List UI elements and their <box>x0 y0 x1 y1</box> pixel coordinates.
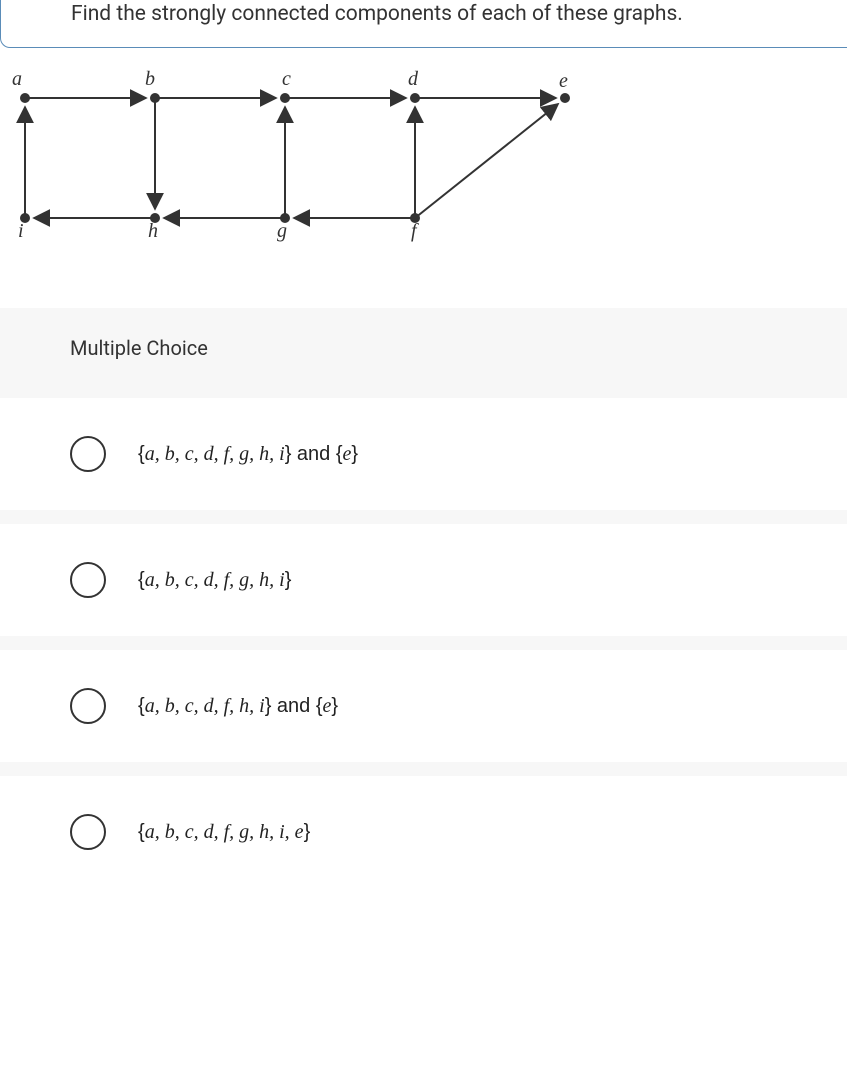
graph-figure: a b c d e i h g f <box>10 68 590 248</box>
vertex-label-h: h <box>148 220 158 243</box>
vertex-label-d: d <box>408 68 418 91</box>
mc-heading: Multiple Choice <box>0 336 847 384</box>
vertex-label-f: f <box>411 220 417 243</box>
multiple-choice-block: Multiple Choice {a, b, c, d, f, g, h, i}… <box>0 308 847 888</box>
option-row[interactable]: {a, b, c, d, f, h, i} and {e} <box>0 650 847 762</box>
vertex-label-e: e <box>559 70 568 93</box>
vertex-label-a: a <box>12 68 22 91</box>
vertex-label-b: b <box>145 68 155 91</box>
option-row[interactable]: {a, b, c, d, f, g, h, i} <box>0 524 847 636</box>
option-label: {a, b, c, d, f, g, h, i} <box>138 569 291 592</box>
option-label: {a, b, c, d, f, g, h, i, e} <box>138 821 310 844</box>
radio-icon[interactable] <box>70 562 106 598</box>
vertex-label-c: c <box>282 68 291 91</box>
option-row[interactable]: {a, b, c, d, f, g, h, i, e} <box>0 776 847 888</box>
question-box: Find the strongly connected components o… <box>0 0 847 48</box>
radio-icon[interactable] <box>70 436 106 472</box>
vertex-label-i: i <box>18 220 24 243</box>
option-row[interactable]: {a, b, c, d, f, g, h, i} and {e} <box>0 398 847 510</box>
radio-icon[interactable] <box>70 814 106 850</box>
vertex-label-g: g <box>277 220 287 243</box>
radio-icon[interactable] <box>70 688 106 724</box>
option-label: {a, b, c, d, f, h, i} and {e} <box>138 695 338 718</box>
question-prompt: Find the strongly connected components o… <box>71 0 827 29</box>
graph-svg <box>10 68 590 248</box>
option-label: {a, b, c, d, f, g, h, i} and {e} <box>138 443 358 466</box>
